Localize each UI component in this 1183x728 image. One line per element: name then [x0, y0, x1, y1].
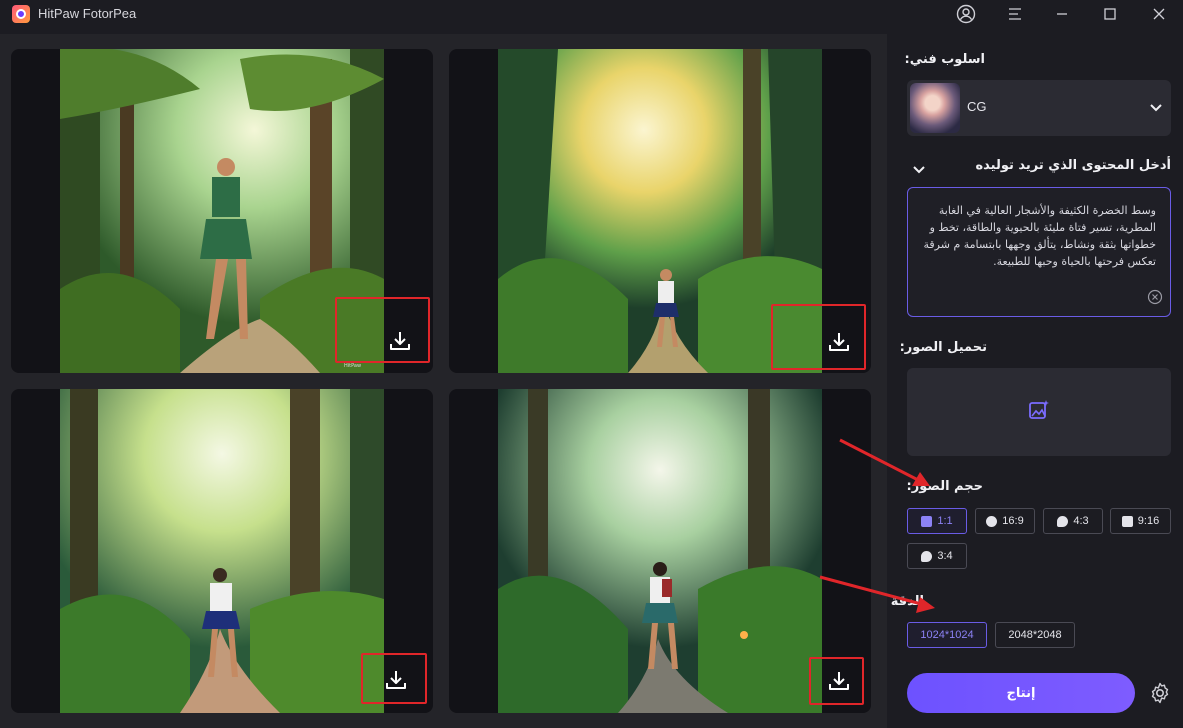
size-1-1-button[interactable]: 1:1 [907, 508, 967, 534]
twitter-icon [921, 550, 933, 562]
style-avatar [910, 83, 960, 133]
size-9-16-button[interactable]: 9:16 [1110, 508, 1171, 534]
download-highlight [361, 653, 427, 704]
app-title: HitPaw FotorPea [38, 6, 137, 21]
size-option-label: 16:9 [1002, 515, 1024, 527]
generate-label: إنتاج [1006, 685, 1036, 701]
size-option-label: 9:16 [1137, 515, 1160, 527]
result-gallery: HitPaw [0, 34, 887, 728]
maximize-icon[interactable] [1097, 2, 1123, 26]
facebook-icon [986, 515, 998, 527]
download-icon[interactable] [385, 670, 407, 694]
size-option-label: 4:3 [1073, 515, 1089, 527]
resolution-label: الدقة [890, 594, 924, 609]
size-option-label: 3:4 [937, 550, 953, 562]
chevron-down-icon[interactable] [912, 160, 926, 179]
close-icon[interactable] [1146, 2, 1172, 26]
resolution-1024-button[interactable]: 1024*1024 [907, 622, 987, 648]
add-image-icon [1027, 398, 1051, 426]
user-circle-icon[interactable] [953, 2, 979, 26]
prompt-textarea[interactable]: وسط الخضرة الكثيفة والأشجار العالية في ا… [907, 187, 1171, 317]
prompt-label: أدخل المحتوى الذي تريد توليده [975, 158, 1171, 173]
instagram-icon [1121, 515, 1133, 527]
menu-icon[interactable] [1002, 2, 1028, 26]
result-card[interactable] [449, 49, 871, 373]
style-value: CG [967, 99, 987, 114]
resolution-2048-button[interactable]: 2048*2048 [995, 622, 1075, 648]
clear-icon[interactable] [1147, 289, 1163, 305]
download-highlight [771, 304, 866, 370]
size-option-label: 1:1 [937, 515, 953, 527]
chevron-down-icon [1149, 98, 1163, 117]
generate-button[interactable]: إنتاج [907, 673, 1135, 713]
download-highlight [335, 297, 430, 363]
art-style-dropdown[interactable]: CG [907, 80, 1171, 136]
forest-image [60, 389, 384, 713]
download-icon[interactable] [828, 671, 850, 695]
download-highlight [809, 657, 864, 705]
forest-image [498, 389, 822, 713]
settings-panel: اسلوب فني: CG أدخل المحتوى الذي تريد تول… [890, 34, 1183, 728]
twitter-icon [1057, 515, 1069, 527]
prompt-text: وسط الخضرة الكثيفة والأشجار العالية في ا… [923, 204, 1157, 268]
resolution-option-label: 2048*2048 [1008, 629, 1062, 641]
gear-icon[interactable] [1148, 681, 1172, 705]
panel-scrollbar[interactable] [1176, 54, 1180, 574]
resolution-option-label: 1024*1024 [920, 629, 974, 641]
size-3-4-button[interactable]: 3:4 [907, 543, 967, 569]
style-label: اسلوب فني: [904, 52, 985, 67]
result-card[interactable]: HitPaw [11, 49, 433, 373]
result-card[interactable] [449, 389, 871, 713]
upload-image-area[interactable] [907, 368, 1171, 456]
size-16-9-button[interactable]: 16:9 [975, 508, 1035, 534]
minimize-icon[interactable] [1049, 2, 1075, 26]
result-card[interactable] [11, 389, 433, 713]
upload-label: تحميل الصور: [899, 340, 987, 355]
app-logo-icon [12, 5, 30, 23]
instagram-icon [921, 515, 933, 527]
size-label: حجم الصور: [906, 479, 983, 494]
download-icon[interactable] [389, 331, 411, 355]
app-window: HitPaw FotorPea HitPaw اسلوب فني: CG أدخ… [0, 0, 1183, 728]
size-4-3-button[interactable]: 4:3 [1043, 508, 1103, 534]
svg-text:HitPaw: HitPaw [344, 363, 361, 369]
title-bar: HitPaw FotorPea [0, 0, 1183, 28]
download-icon[interactable] [828, 332, 850, 356]
